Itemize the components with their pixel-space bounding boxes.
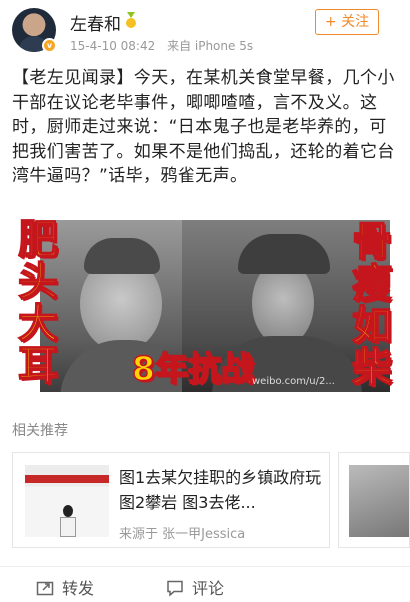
post-timestamp: 15-4-10 08:42: [70, 39, 156, 53]
username[interactable]: 左春和: [70, 10, 121, 35]
image-watermark: weibo.com/u/2...: [252, 376, 335, 387]
repost-label: 转发: [62, 579, 95, 598]
related-card-text: 图1去某欠挂职的乡镇政府玩 图2攀岩 图3去佬...: [119, 468, 322, 512]
verified-badge-icon: v: [42, 38, 57, 53]
comment-button[interactable]: 评论: [166, 575, 224, 599]
comment-icon: [167, 580, 183, 597]
post-text: 【老左见闻录】今天，在某机关食堂早餐，几个小干部在议论老毕事件，唧唧喳喳，言不及…: [12, 68, 395, 186]
post-meta: 15-4-10 08:42 来自 iPhone 5s: [70, 37, 261, 54]
comment-label: 评论: [192, 579, 225, 598]
follow-button[interactable]: + 关注: [315, 9, 379, 35]
post-header: v 左春和 15-4-10 08:42 来自 iPhone 5s + 关注: [0, 0, 410, 62]
repost-button[interactable]: 转发: [36, 575, 94, 599]
center-caption: 8年抗战: [131, 348, 254, 389]
left-caption: 肥头大耳: [12, 217, 58, 387]
medal-icon: [126, 12, 136, 28]
related-card-source: 来源于 张一甲Jessica: [119, 527, 246, 542]
related-section-title: 相关推荐: [12, 423, 68, 439]
right-caption: 骨瘦如柴: [344, 219, 392, 389]
post-source: 来自 iPhone 5s: [167, 39, 254, 53]
post-image[interactable]: 肥头大耳 骨瘦如柴 8年抗战 weibo.com/u/2...: [12, 212, 396, 394]
action-bar: 转发 评论: [0, 566, 410, 602]
related-thumbnail: [25, 465, 109, 537]
related-card-next[interactable]: [338, 452, 410, 548]
related-card[interactable]: 图1去某欠挂职的乡镇政府玩 图2攀岩 图3去佬... 来源于 张一甲Jessic…: [12, 452, 330, 548]
repost-icon: [36, 581, 54, 596]
